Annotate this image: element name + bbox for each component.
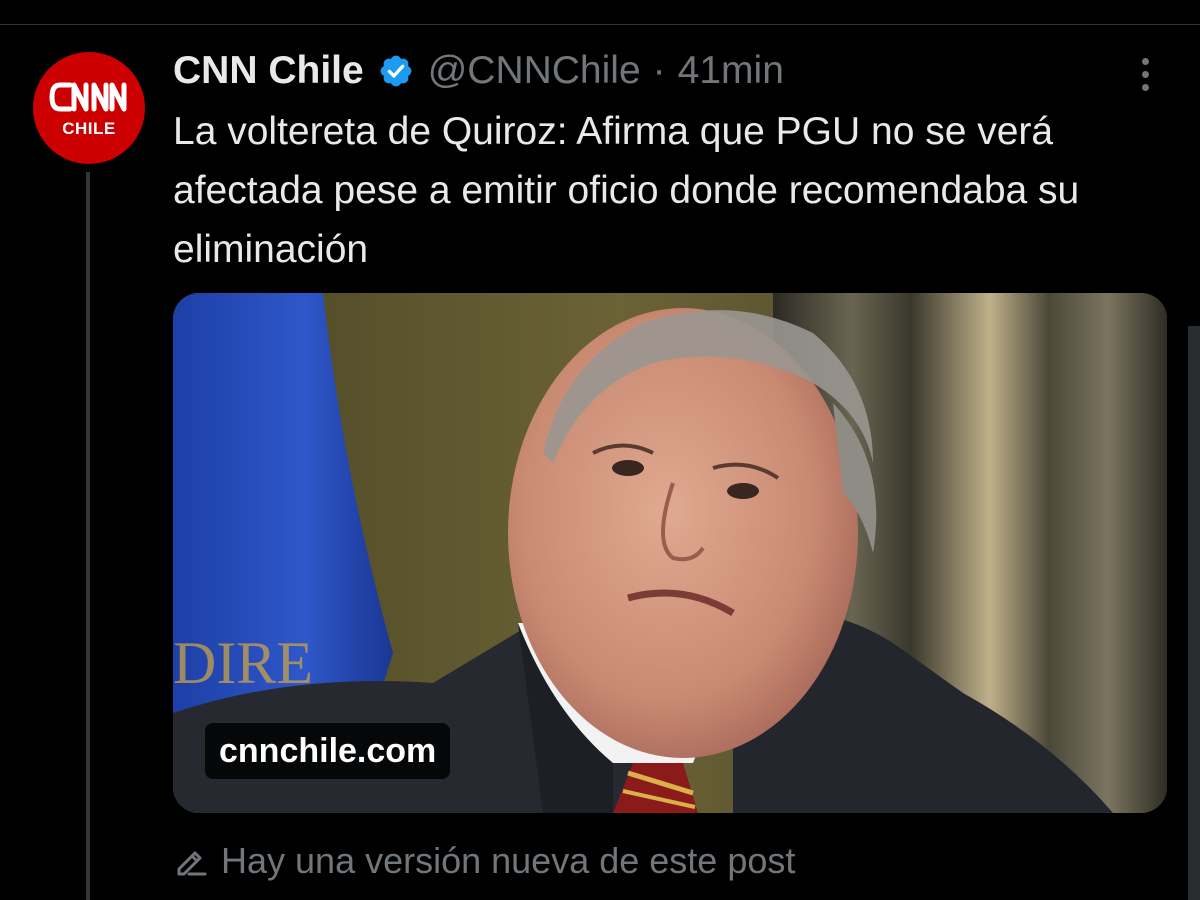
svg-text:DIRE: DIRE xyxy=(173,630,313,696)
post-text: La voltereta de Quiroz: Afirma que PGU n… xyxy=(173,110,1080,271)
top-divider xyxy=(0,24,1200,25)
author-avatar[interactable]: CHILE xyxy=(33,52,145,164)
link-card-image[interactable]: DIRE cnnchile.com xyxy=(173,293,1167,813)
link-domain-badge[interactable]: cnnchile.com xyxy=(205,723,451,779)
avatar-subtitle: CHILE xyxy=(62,119,116,138)
verified-badge-icon[interactable] xyxy=(378,53,414,89)
author-handle[interactable]: @CNNChile xyxy=(428,49,641,93)
header-separator: · xyxy=(652,49,666,92)
author-display-name[interactable]: CNN Chile xyxy=(173,49,364,93)
edit-notice[interactable]: Hay una versión nueva de este post xyxy=(173,836,795,886)
edit-notice-text[interactable]: Hay una versión nueva de este post xyxy=(221,840,795,882)
more-options-icon[interactable] xyxy=(1128,54,1162,94)
cnn-logo xyxy=(49,82,127,112)
scrollbar[interactable] xyxy=(1188,326,1200,900)
post-timestamp[interactable]: 41min xyxy=(678,49,784,93)
thread-connector-line xyxy=(86,172,90,900)
edit-pencil-icon xyxy=(173,843,209,879)
post-header: CNN Chile @CNNChile · 41min xyxy=(173,46,784,96)
tweet-thread-view: CHILE CNN Chile @CNNChile · 41min La vol… xyxy=(0,0,1200,900)
